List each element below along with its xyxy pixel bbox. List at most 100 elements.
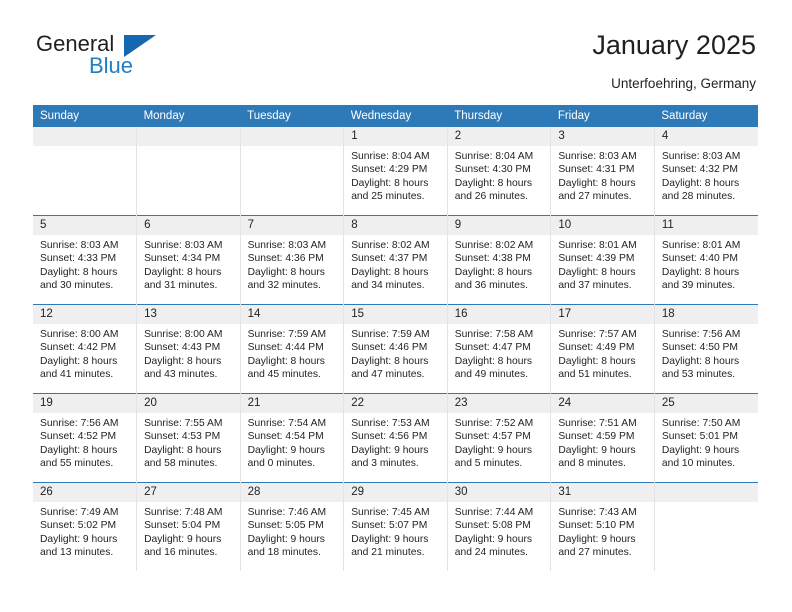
sunset-text: Sunset: 5:04 PM	[144, 520, 221, 532]
daylight-text-line2: and 43 minutes.	[144, 369, 218, 381]
calendar-grid: Sunday Monday Tuesday Wednesday Thursday…	[33, 105, 758, 571]
day-number: 25	[654, 394, 758, 413]
daylight-text-line1: Daylight: 9 hours	[247, 444, 325, 456]
calendar-day-cell[interactable]: 31 Sunrise: 7:43 AM Sunset: 5:10 PM Dayl…	[550, 482, 655, 571]
calendar-day-cell[interactable]: 22 Sunrise: 7:53 AM Sunset: 4:56 PM Dayl…	[343, 393, 448, 483]
calendar-day-cell[interactable]: 14 Sunrise: 7:59 AM Sunset: 4:44 PM Dayl…	[240, 304, 345, 394]
day-info: Sunrise: 8:03 AM Sunset: 4:33 PM Dayligh…	[33, 235, 136, 293]
calendar-day-cell[interactable]: 8 Sunrise: 8:02 AM Sunset: 4:37 PM Dayli…	[343, 215, 448, 305]
sunset-text: Sunset: 5:02 PM	[40, 520, 117, 532]
daylight-text-line1: Daylight: 8 hours	[40, 444, 118, 456]
daylight-text-line2: and 3 minutes.	[351, 458, 419, 470]
weekday-header-thursday: Thursday	[447, 105, 551, 127]
daylight-text-line2: and 27 minutes.	[558, 547, 632, 559]
day-info: Sunrise: 7:54 AM Sunset: 4:54 PM Dayligh…	[241, 413, 344, 471]
day-number: 12	[33, 305, 137, 324]
day-info: Sunrise: 7:58 AM Sunset: 4:47 PM Dayligh…	[448, 324, 551, 382]
daylight-text-line2: and 51 minutes.	[558, 369, 632, 381]
brand-logo[interactable]: General Blue	[36, 32, 236, 88]
calendar-day-cell[interactable]: 15 Sunrise: 7:59 AM Sunset: 4:46 PM Dayl…	[343, 304, 448, 394]
brand-name-bottom: Blue	[89, 53, 134, 78]
day-number: 15	[344, 305, 447, 324]
sunset-text: Sunset: 4:49 PM	[558, 342, 635, 354]
calendar-day-cell[interactable]: 19 Sunrise: 7:56 AM Sunset: 4:52 PM Dayl…	[33, 393, 138, 483]
daylight-text-line2: and 0 minutes.	[247, 458, 316, 470]
sunset-text: Sunset: 5:08 PM	[454, 520, 531, 532]
calendar-day-cell[interactable]: 11 Sunrise: 8:01 AM Sunset: 4:40 PM Dayl…	[654, 215, 758, 305]
daylight-text-line2: and 8 minutes.	[558, 458, 626, 470]
daylight-text-line2: and 37 minutes.	[558, 280, 632, 292]
daylight-text-line2: and 45 minutes.	[247, 369, 321, 381]
daylight-text-line2: and 41 minutes.	[40, 369, 114, 381]
calendar-day-cell[interactable]: 1 Sunrise: 8:04 AM Sunset: 4:29 PM Dayli…	[343, 127, 448, 216]
calendar-day-cell[interactable]: 23 Sunrise: 7:52 AM Sunset: 4:57 PM Dayl…	[447, 393, 552, 483]
calendar-day-cell[interactable]: 29 Sunrise: 7:45 AM Sunset: 5:07 PM Dayl…	[343, 482, 448, 571]
day-info: Sunrise: 8:03 AM Sunset: 4:34 PM Dayligh…	[137, 235, 240, 293]
calendar-day-cell[interactable]: 30 Sunrise: 7:44 AM Sunset: 5:08 PM Dayl…	[447, 482, 552, 571]
daylight-text-line2: and 25 minutes.	[351, 191, 425, 203]
calendar-day-cell	[654, 482, 758, 571]
weekday-header-row: Sunday Monday Tuesday Wednesday Thursday…	[33, 105, 758, 127]
calendar-day-cell[interactable]: 20 Sunrise: 7:55 AM Sunset: 4:53 PM Dayl…	[136, 393, 241, 483]
daylight-text-line1: Daylight: 8 hours	[351, 266, 429, 278]
calendar-day-cell[interactable]: 7 Sunrise: 8:03 AM Sunset: 4:36 PM Dayli…	[240, 215, 345, 305]
calendar-day-cell[interactable]: 26 Sunrise: 7:49 AM Sunset: 5:02 PM Dayl…	[33, 482, 138, 571]
calendar-day-cell[interactable]: 6 Sunrise: 8:03 AM Sunset: 4:34 PM Dayli…	[136, 215, 241, 305]
sunset-text: Sunset: 4:53 PM	[144, 431, 221, 443]
day-number: 31	[551, 483, 654, 502]
calendar-body: 1 Sunrise: 8:04 AM Sunset: 4:29 PM Dayli…	[33, 127, 758, 571]
calendar-day-cell[interactable]: 28 Sunrise: 7:46 AM Sunset: 5:05 PM Dayl…	[240, 482, 345, 571]
daylight-text-line1: Daylight: 8 hours	[40, 266, 118, 278]
sunrise-text: Sunrise: 7:52 AM	[454, 418, 534, 429]
calendar-day-cell[interactable]: 18 Sunrise: 7:56 AM Sunset: 4:50 PM Dayl…	[654, 304, 758, 394]
daylight-text-line2: and 5 minutes.	[454, 458, 523, 470]
calendar-day-cell	[240, 127, 345, 216]
calendar-day-cell[interactable]: 25 Sunrise: 7:50 AM Sunset: 5:01 PM Dayl…	[654, 393, 758, 483]
day-info: Sunrise: 7:59 AM Sunset: 4:46 PM Dayligh…	[344, 324, 447, 382]
calendar-day-cell[interactable]: 12 Sunrise: 8:00 AM Sunset: 4:42 PM Dayl…	[33, 304, 138, 394]
calendar-day-cell[interactable]: 3 Sunrise: 8:03 AM Sunset: 4:31 PM Dayli…	[550, 127, 655, 216]
sunrise-text: Sunrise: 7:49 AM	[40, 507, 119, 518]
daylight-text-line1: Daylight: 9 hours	[247, 533, 325, 545]
day-number: 8	[344, 216, 447, 235]
daylight-text-line2: and 10 minutes.	[661, 458, 736, 470]
day-info: Sunrise: 8:03 AM Sunset: 4:36 PM Dayligh…	[241, 235, 344, 293]
calendar-day-cell[interactable]: 17 Sunrise: 7:57 AM Sunset: 4:49 PM Dayl…	[550, 304, 655, 394]
calendar-head: Sunday Monday Tuesday Wednesday Thursday…	[33, 105, 758, 127]
calendar-day-cell[interactable]: 21 Sunrise: 7:54 AM Sunset: 4:54 PM Dayl…	[240, 393, 345, 483]
day-number: 1	[344, 127, 447, 146]
daylight-text-line2: and 18 minutes.	[247, 547, 321, 559]
calendar-week-row: 12 Sunrise: 8:00 AM Sunset: 4:42 PM Dayl…	[33, 304, 758, 394]
sunset-text: Sunset: 4:42 PM	[40, 342, 117, 354]
sunrise-text: Sunrise: 7:55 AM	[144, 418, 223, 429]
calendar-day-cell[interactable]: 13 Sunrise: 8:00 AM Sunset: 4:43 PM Dayl…	[136, 304, 241, 394]
sunrise-text: Sunrise: 7:59 AM	[351, 329, 430, 340]
daylight-text-line1: Daylight: 9 hours	[144, 533, 222, 545]
day-number: 18	[654, 305, 758, 324]
day-number: 4	[654, 127, 758, 146]
calendar-day-cell[interactable]: 10 Sunrise: 8:01 AM Sunset: 4:39 PM Dayl…	[550, 215, 655, 305]
calendar-day-cell[interactable]: 4 Sunrise: 8:03 AM Sunset: 4:32 PM Dayli…	[654, 127, 758, 216]
daylight-text-line1: Daylight: 8 hours	[558, 355, 636, 367]
day-info: Sunrise: 7:57 AM Sunset: 4:49 PM Dayligh…	[551, 324, 654, 382]
day-number: 29	[344, 483, 447, 502]
sunset-text: Sunset: 4:59 PM	[558, 431, 635, 443]
daylight-text-line2: and 27 minutes.	[558, 191, 632, 203]
daylight-text-line2: and 53 minutes.	[661, 369, 736, 381]
calendar-day-cell[interactable]: 24 Sunrise: 7:51 AM Sunset: 4:59 PM Dayl…	[550, 393, 655, 483]
calendar-day-cell[interactable]: 9 Sunrise: 8:02 AM Sunset: 4:38 PM Dayli…	[447, 215, 552, 305]
calendar-week-row: 1 Sunrise: 8:04 AM Sunset: 4:29 PM Dayli…	[33, 127, 758, 216]
sunset-text: Sunset: 4:43 PM	[144, 342, 221, 354]
sunrise-text: Sunrise: 8:03 AM	[247, 240, 327, 251]
day-number: 23	[447, 394, 551, 413]
calendar-day-cell[interactable]: 27 Sunrise: 7:48 AM Sunset: 5:04 PM Dayl…	[136, 482, 241, 571]
sunrise-text: Sunrise: 8:03 AM	[558, 151, 637, 162]
sunrise-text: Sunrise: 7:48 AM	[144, 507, 223, 518]
day-info: Sunrise: 7:59 AM Sunset: 4:44 PM Dayligh…	[241, 324, 344, 382]
sunrise-text: Sunrise: 7:58 AM	[454, 329, 534, 340]
sunset-text: Sunset: 5:05 PM	[247, 520, 324, 532]
calendar-day-cell[interactable]: 5 Sunrise: 8:03 AM Sunset: 4:33 PM Dayli…	[33, 215, 138, 305]
calendar-day-cell[interactable]: 2 Sunrise: 8:04 AM Sunset: 4:30 PM Dayli…	[447, 127, 552, 216]
sunset-text: Sunset: 4:52 PM	[40, 431, 117, 443]
calendar-day-cell[interactable]: 16 Sunrise: 7:58 AM Sunset: 4:47 PM Dayl…	[447, 304, 552, 394]
